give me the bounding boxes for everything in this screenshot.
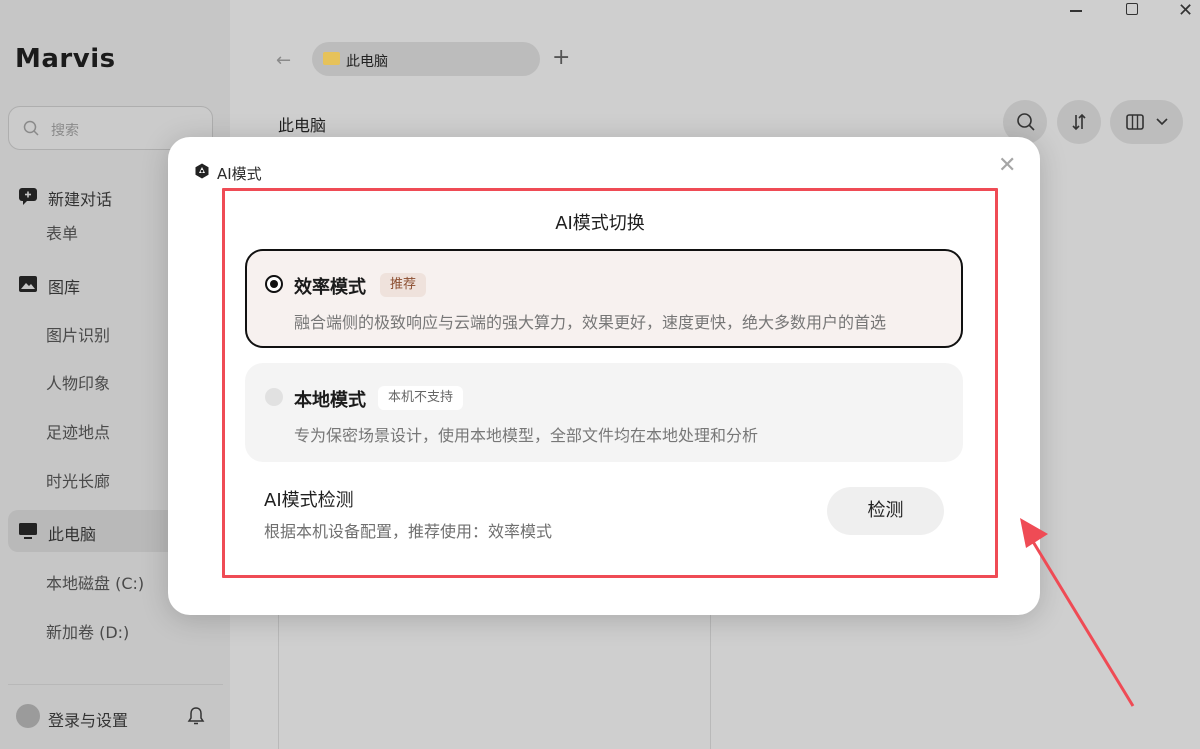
annotation-arrow — [1020, 518, 1135, 707]
